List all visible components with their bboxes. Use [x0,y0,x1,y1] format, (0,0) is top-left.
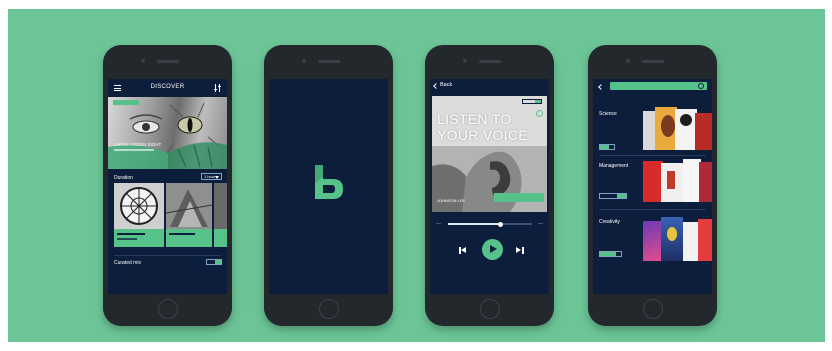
management-books[interactable] [643,159,712,202]
book-cover [683,222,699,261]
headline-line2: YOUR VOICE [437,127,528,143]
card-line [169,233,195,235]
filter-icon[interactable] [214,84,222,92]
hero-caption: JANOS GREEN SIGHT [114,142,162,147]
cat-eye-photo [108,102,227,169]
progress-start-tick [436,223,441,224]
speaker [641,60,664,63]
speaker [156,60,179,63]
home-button [642,299,663,319]
speaker [317,60,340,63]
album-cover: LISTEN TO YOUR VOICE JOHNSON LEE [432,96,547,212]
bookmark-icon[interactable] [536,110,543,117]
home-button [479,299,500,319]
back-label: Back [440,82,453,88]
previous-icon[interactable] [459,247,467,254]
chevron-down-icon [215,176,219,179]
clock-photo [114,183,164,229]
phone-categories: Science Management Creativity [588,45,717,326]
phone-splash [264,45,393,326]
book-card-partial[interactable] [214,183,227,247]
book-cover [698,219,712,261]
book-cover [643,221,663,261]
camera [463,59,467,63]
chevron-left-icon [433,83,439,89]
green-backdrop: DISCOVER JANOS GREEN SIGHT Duration 1 ho… [8,9,825,342]
hero-image[interactable]: JANOS GREEN SIGHT [108,97,227,169]
author-name: JOHNSON LEE [437,198,466,203]
card-line [117,233,145,235]
section-label: Duration [114,175,133,181]
categories-screen: Science Management Creativity [593,79,712,294]
book-cover [643,161,663,202]
book-cover [667,227,677,241]
toggle-knob [215,260,221,264]
splash-screen [269,79,388,294]
progress-end-tick [538,223,543,224]
hero-tag [113,100,139,105]
b-logo-icon [315,165,343,199]
divider [599,155,706,156]
search-icon [698,83,704,89]
duration-dropdown-label: 1 hour [204,174,216,179]
category-label: Science [599,111,617,117]
category-toggle[interactable] [599,144,615,150]
search-input[interactable] [610,82,707,90]
camera [626,59,630,63]
toggle-knob [617,194,626,198]
hero-subcaption [114,149,154,151]
divider [114,255,221,256]
creativity-books[interactable] [643,217,712,261]
bottom-label: Curated mix [114,260,141,266]
category-label: Management [599,163,629,169]
toggle-knob [600,145,609,149]
camera [302,59,306,63]
bottom-toggle[interactable] [206,259,222,265]
play-icon [490,245,497,253]
phone-player: Back LISTEN TO YOUR VOICE JOHNSON LEE [425,45,554,326]
duration-dropdown[interactable]: 1 hour [201,173,222,180]
player-screen: Back LISTEN TO YOUR VOICE JOHNSON LEE [430,79,549,294]
progress-fill [448,223,500,225]
progress-knob[interactable] [498,221,503,227]
album-toggle[interactable] [522,99,542,104]
card-info-bar [214,229,227,247]
home-button [157,299,178,319]
listen-button[interactable] [494,193,544,202]
progress-track[interactable] [448,221,532,227]
card-info-bar [166,229,212,247]
back-chevron-icon[interactable] [598,84,604,90]
book-cover [667,171,675,189]
book-card[interactable] [114,183,164,247]
category-toggle[interactable] [599,193,627,199]
book-card[interactable] [165,183,213,247]
card-line [117,238,137,240]
category-toggle[interactable] [599,251,622,257]
play-button[interactable] [482,239,503,260]
science-books[interactable] [643,107,712,150]
book-cover [680,114,692,126]
canvas: DISCOVER JANOS GREEN SIGHT Duration 1 ho… [0,0,832,351]
camera [141,59,145,63]
phone-discover: DISCOVER JANOS GREEN SIGHT Duration 1 ho… [103,45,232,326]
next-icon[interactable] [516,247,524,254]
home-button [318,299,339,319]
speaker [478,60,501,63]
divider [599,209,706,210]
page-title: DISCOVER [150,84,185,90]
book-cover [695,113,712,150]
building-photo [165,183,213,229]
discover-screen: DISCOVER JANOS GREEN SIGHT Duration 1 ho… [108,79,227,294]
book-cover [699,162,712,202]
headline-line1: LISTEN TO [437,111,512,127]
toggle-knob [600,252,616,256]
book-cover [661,115,675,137]
toggle-knob [535,100,541,103]
category-label: Creativity [599,219,620,225]
